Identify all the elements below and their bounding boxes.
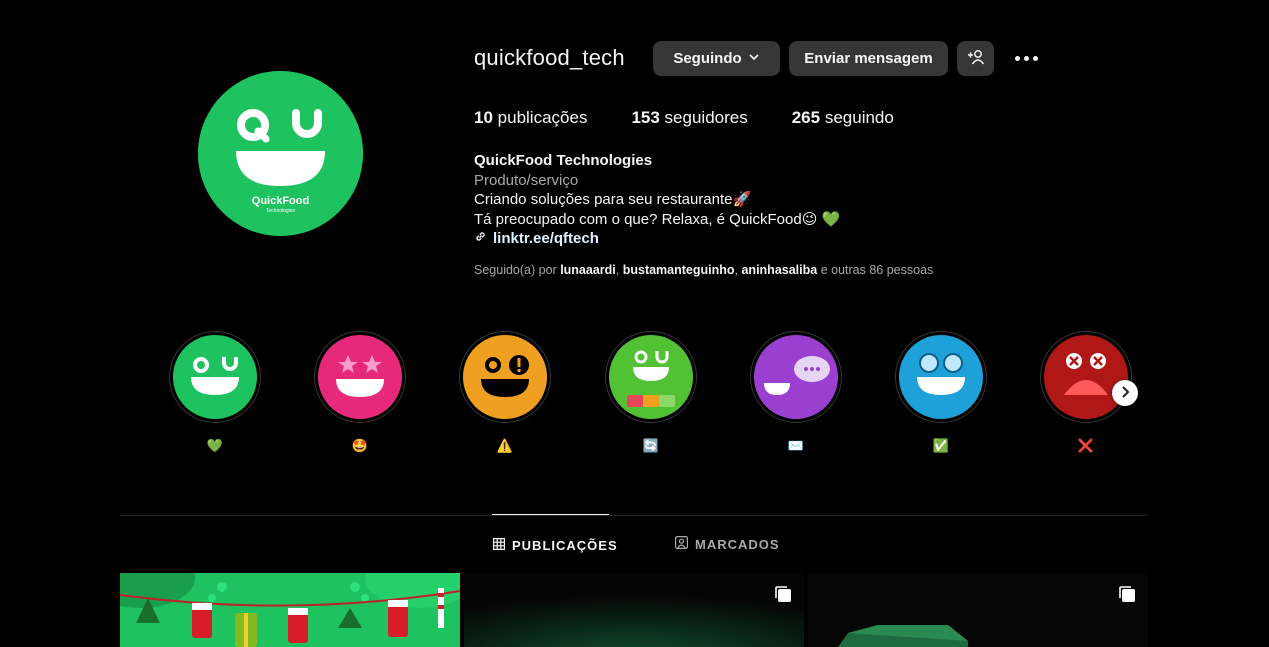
more-options-button[interactable] bbox=[1010, 48, 1042, 68]
chevron-right-icon bbox=[1120, 385, 1130, 401]
add-user-icon bbox=[967, 49, 985, 69]
quickfood-logo: QuickFood Technologies bbox=[198, 71, 363, 236]
highlight-label: 🤩 bbox=[351, 438, 369, 453]
highlight-item[interactable]: ✉️ bbox=[750, 331, 842, 454]
grid-icon bbox=[493, 537, 506, 553]
profile-username: quickfood_tech bbox=[474, 45, 625, 70]
profile-full-name: QuickFood Technologies bbox=[474, 152, 653, 169]
highlight-cover bbox=[318, 335, 402, 419]
avatar-sub-text: Technologies bbox=[266, 208, 296, 214]
carousel-icon bbox=[774, 585, 792, 603]
highlight-cover bbox=[1044, 335, 1128, 419]
followed-by-user[interactable]: aninhasaliba bbox=[741, 263, 817, 277]
suggest-users-button[interactable] bbox=[957, 41, 994, 76]
following-stat[interactable]: 265 seguindo bbox=[792, 108, 894, 128]
highlight-item[interactable]: ⚠️ bbox=[459, 331, 551, 454]
highlight-item[interactable]: 🔄 bbox=[605, 331, 697, 454]
highlights-next-button[interactable] bbox=[1112, 380, 1138, 406]
post-thumbnail[interactable] bbox=[808, 573, 1148, 647]
post-image bbox=[464, 573, 804, 647]
send-message-label: Enviar mensagem bbox=[804, 50, 933, 67]
followed-by[interactable]: Seguido(a) por lunaaardi, bustamanteguin… bbox=[474, 263, 933, 277]
highlight-item[interactable]: 🤩 bbox=[314, 331, 406, 454]
posts-stat: 10 publicações bbox=[474, 108, 588, 127]
bio-link[interactable]: linktr.ee/qftech bbox=[474, 229, 840, 249]
profile-category: Produto/serviço bbox=[474, 171, 579, 189]
highlight-label: ✉️ bbox=[787, 438, 805, 453]
more-dot-icon bbox=[1014, 55, 1020, 61]
highlight-cover bbox=[754, 335, 838, 419]
highlight-item[interactable]: 💚 bbox=[169, 331, 261, 454]
tab-posts[interactable]: PUBLICAÇÕES bbox=[492, 514, 617, 575]
following-button-label: Seguindo bbox=[673, 50, 742, 67]
tagged-user-icon bbox=[675, 536, 689, 552]
followed-by-user[interactable]: bustamanteguinho bbox=[623, 263, 735, 277]
bio-line-2: Tá preocupado com o que? Relaxa, é Quick… bbox=[474, 210, 841, 228]
followers-stat[interactable]: 153 seguidores bbox=[631, 108, 747, 128]
send-message-button[interactable]: Enviar mensagem bbox=[789, 41, 948, 76]
highlight-cover bbox=[609, 335, 693, 419]
tab-tagged[interactable]: MARCADOS bbox=[675, 514, 780, 574]
highlight-label: ⚠️ bbox=[496, 438, 514, 453]
tab-posts-label: PUBLICAÇÕES bbox=[512, 537, 618, 553]
avatar-brand-text: QuickFood bbox=[252, 195, 309, 207]
carousel-icon bbox=[1118, 585, 1136, 603]
highlight-label: ✅ bbox=[932, 438, 950, 453]
profile-stats: 10 publicações 153 seguidores 265 seguin… bbox=[474, 108, 894, 128]
following-button[interactable]: Seguindo bbox=[653, 41, 780, 76]
post-thumbnail[interactable] bbox=[120, 573, 460, 647]
more-dot-icon bbox=[1023, 55, 1029, 61]
highlight-cover bbox=[173, 335, 257, 419]
post-image bbox=[808, 573, 1148, 647]
highlight-item[interactable]: ✅ bbox=[895, 331, 987, 454]
followed-by-user[interactable]: lunaaardi bbox=[560, 263, 616, 277]
bio-link-text: linktr.ee/qftech bbox=[493, 230, 599, 247]
link-icon bbox=[474, 229, 487, 249]
profile-avatar[interactable]: QuickFood Technologies bbox=[198, 71, 363, 236]
highlight-label: 🔄 bbox=[642, 438, 660, 453]
highlight-cover bbox=[463, 335, 547, 419]
more-dot-icon bbox=[1032, 55, 1038, 61]
post-thumbnail[interactable] bbox=[464, 573, 804, 647]
tab-tagged-label: MARCADOS bbox=[695, 536, 780, 552]
chevron-down-icon bbox=[748, 50, 760, 67]
highlight-cover bbox=[899, 335, 983, 419]
highlight-label: 💚 bbox=[206, 438, 224, 453]
tabs-divider bbox=[120, 515, 1148, 516]
profile-bio: QuickFood Technologies Produto/serviço C… bbox=[474, 151, 840, 249]
bio-line-1: Criando soluções para seu restaurante🚀 bbox=[474, 191, 752, 208]
christmas-post-image bbox=[120, 573, 460, 647]
highlight-label: ❌ bbox=[1077, 438, 1095, 453]
